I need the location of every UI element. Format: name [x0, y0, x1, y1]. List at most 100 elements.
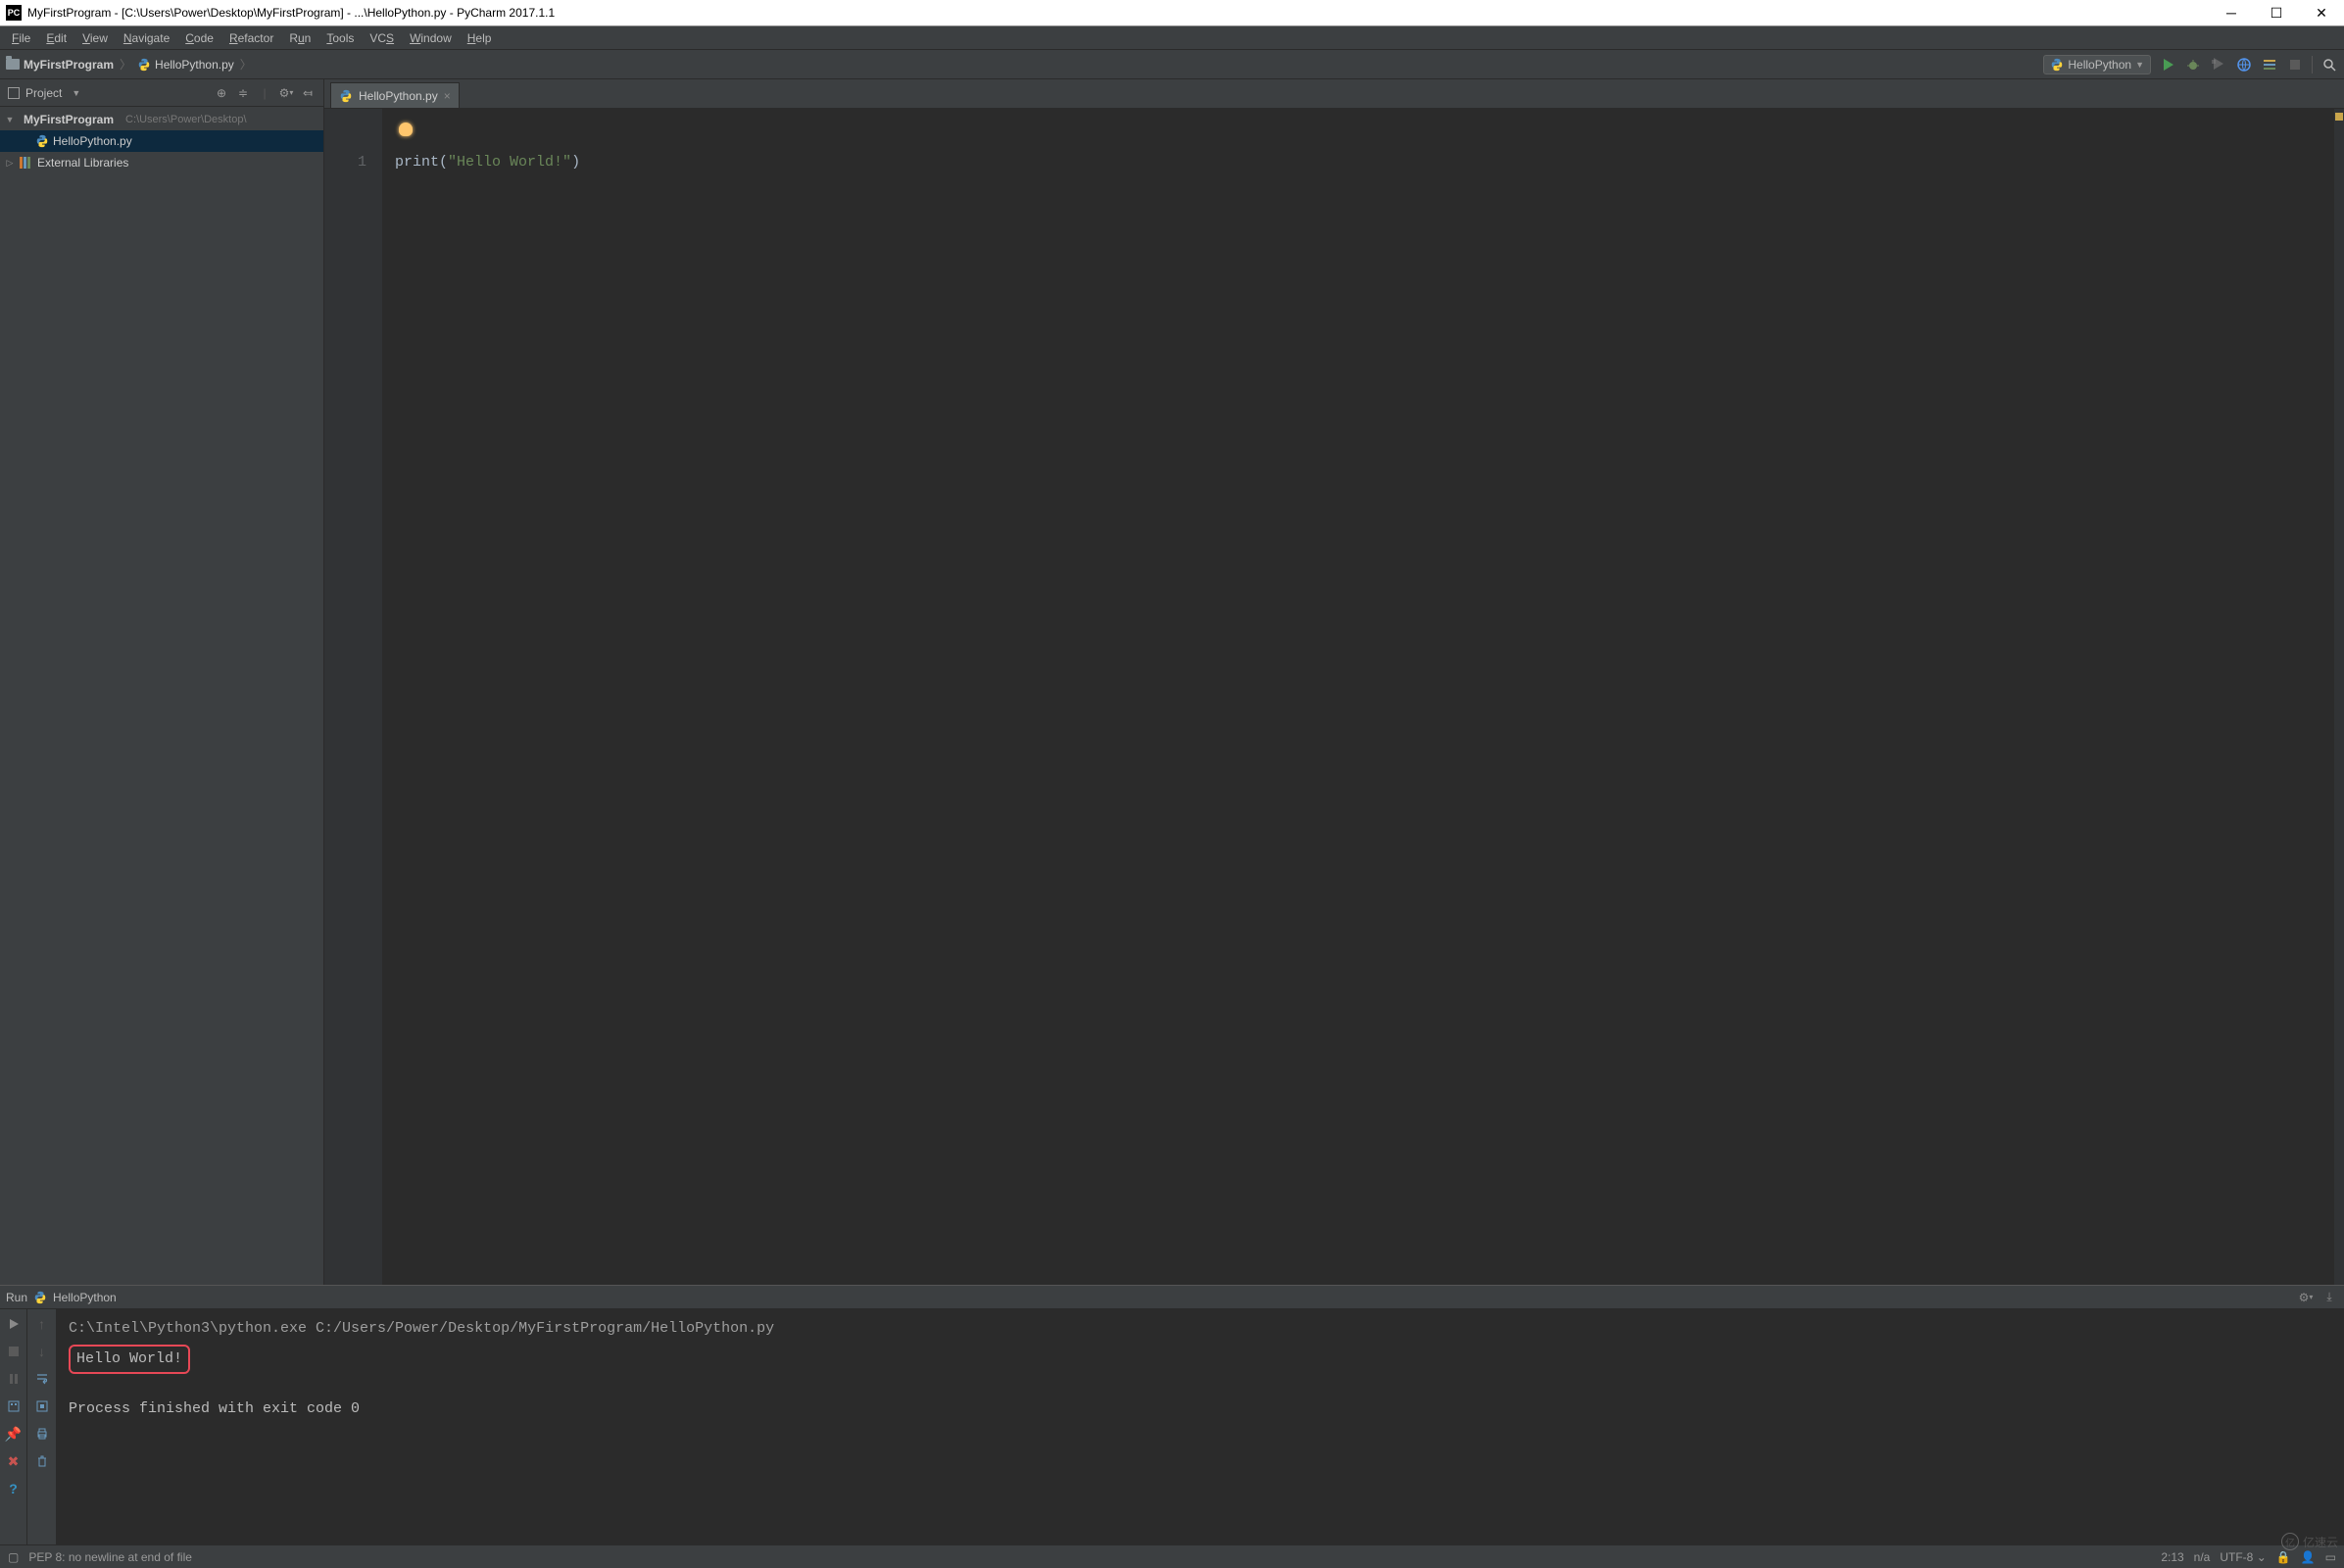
project-tree[interactable]: ▼ MyFirstProgram C:\Users\Power\Desktop\…: [0, 107, 323, 175]
lock-icon[interactable]: 🔒: [2276, 1550, 2291, 1564]
hide-icon[interactable]: ⤓: [2320, 1289, 2338, 1306]
output-result: Hello World!: [76, 1350, 182, 1367]
breadcrumb-sep: 〉: [120, 56, 131, 73]
marker-bar[interactable]: [2334, 109, 2344, 1285]
caret: [580, 154, 581, 170]
debug-button[interactable]: [2184, 56, 2202, 74]
meter-icon[interactable]: ▭: [2325, 1550, 2336, 1564]
window-titlebar: PC MyFirstProgram - [C:\Users\Power\Desk…: [0, 0, 2344, 26]
run-header-name: HelloPython: [53, 1291, 117, 1304]
hector-icon[interactable]: 👤: [2301, 1550, 2316, 1564]
project-sidebar: Project ▼ ⊕ ≑ | ⚙▾ ⤆ ▼ MyFirstProgram C:…: [0, 79, 324, 1285]
app-icon: PC: [6, 5, 22, 21]
editor: HelloPython.py × 1 print("Hello World!"): [324, 79, 2344, 1285]
tree-external-libs[interactable]: ▷ External Libraries: [0, 152, 323, 173]
minimize-button[interactable]: ─: [2209, 0, 2254, 26]
pin-button[interactable]: 📌: [5, 1425, 23, 1443]
help-button[interactable]: ?: [5, 1480, 23, 1497]
gear-icon[interactable]: ⚙▾: [278, 85, 294, 101]
up-button[interactable]: ↑: [33, 1315, 51, 1333]
project-panel-header: Project ▼ ⊕ ≑ | ⚙▾ ⤆: [0, 79, 323, 107]
hide-icon[interactable]: ⤆: [300, 85, 316, 101]
stop-button[interactable]: [5, 1343, 23, 1360]
scroll-to-end-button[interactable]: [33, 1397, 51, 1415]
menu-help[interactable]: Help: [460, 29, 500, 47]
code-fn: print: [395, 154, 439, 171]
menu-edit[interactable]: Edit: [38, 29, 74, 47]
editor-tab-label: HelloPython.py: [359, 89, 438, 103]
tree-file-name: HelloPython.py: [53, 134, 132, 148]
code-line: print("Hello World!"): [395, 152, 2322, 173]
intention-bulb-icon[interactable]: [399, 122, 413, 136]
run-output[interactable]: C:\Intel\Python3\python.exe C:/Users/Pow…: [57, 1309, 2344, 1544]
chevron-down-icon[interactable]: ▼: [72, 88, 80, 98]
python-file-icon: [137, 58, 151, 72]
output-result-highlight: Hello World!: [69, 1345, 190, 1374]
events-icon[interactable]: ▢: [8, 1550, 19, 1564]
status-encoding[interactable]: UTF-8 ⌄: [2220, 1550, 2266, 1564]
run-body: 📌 ✖ ? ↑ ↓ C:\Intel\Python3\python.exe C:…: [0, 1309, 2344, 1544]
menu-vcs[interactable]: VCS: [362, 29, 402, 47]
project-panel-title[interactable]: Project: [25, 86, 62, 100]
separator: |: [257, 85, 272, 101]
coverage-button[interactable]: [2210, 56, 2227, 74]
run-header-prefix: Run: [6, 1291, 27, 1304]
status-position[interactable]: 2:13: [2161, 1550, 2183, 1564]
editor-gutter: 1: [324, 109, 383, 1285]
run-config-selector[interactable]: HelloPython ▼: [2043, 55, 2151, 74]
gear-icon[interactable]: ⚙▾: [2297, 1289, 2315, 1306]
python-icon: [2050, 58, 2064, 72]
warning-marker[interactable]: [2335, 113, 2343, 121]
menu-run[interactable]: Run: [281, 29, 318, 47]
dump-threads-button[interactable]: [5, 1397, 23, 1415]
menu-navigate[interactable]: Navigate: [116, 29, 177, 47]
expand-arrow-icon[interactable]: ▼: [4, 115, 16, 124]
structure-button[interactable]: [2261, 56, 2278, 74]
close-button[interactable]: ✖: [5, 1452, 23, 1470]
menubar: File Edit View Navigate Code Refactor Ru…: [0, 26, 2344, 50]
tree-root-name: MyFirstProgram: [24, 113, 114, 126]
maximize-button[interactable]: ☐: [2254, 0, 2299, 26]
status-insert: n/a: [2194, 1550, 2211, 1564]
menu-tools[interactable]: Tools: [318, 29, 362, 47]
editor-tab[interactable]: HelloPython.py ×: [330, 82, 460, 108]
menu-window[interactable]: Window: [402, 29, 460, 47]
run-toolbar-second: ↑ ↓: [27, 1309, 57, 1544]
menu-view[interactable]: View: [74, 29, 116, 47]
breadcrumb-project[interactable]: MyFirstProgram: [24, 58, 114, 72]
stop-button[interactable]: [2286, 56, 2304, 74]
output-exit: Process finished with exit code 0: [69, 1397, 2332, 1421]
toolbar: MyFirstProgram 〉 HelloPython.py 〉 HelloP…: [0, 50, 2344, 79]
breadcrumb-file[interactable]: HelloPython.py: [155, 58, 234, 72]
window-title: MyFirstProgram - [C:\Users\Power\Desktop…: [27, 6, 2209, 20]
code-area[interactable]: print("Hello World!"): [383, 109, 2334, 1285]
expand-arrow-icon[interactable]: ▷: [4, 158, 16, 169]
close-tab-icon[interactable]: ×: [444, 89, 451, 103]
main-area: Project ▼ ⊕ ≑ | ⚙▾ ⤆ ▼ MyFirstProgram C:…: [0, 79, 2344, 1285]
print-button[interactable]: [33, 1425, 51, 1443]
browser-button[interactable]: [2235, 56, 2253, 74]
run-button[interactable]: [2159, 56, 2176, 74]
tree-file[interactable]: HelloPython.py: [0, 130, 323, 152]
menu-file[interactable]: File: [4, 29, 38, 47]
scroll-to-source-icon[interactable]: ⊕: [214, 85, 229, 101]
toolbar-right: HelloPython ▼: [2043, 55, 2338, 74]
rerun-button[interactable]: [5, 1315, 23, 1333]
editor-tabs: HelloPython.py ×: [324, 79, 2344, 109]
code-paren-close: ): [571, 154, 580, 171]
tree-root[interactable]: ▼ MyFirstProgram C:\Users\Power\Desktop\: [0, 109, 323, 130]
search-button[interactable]: [2320, 56, 2338, 74]
collapse-all-icon[interactable]: ≑: [235, 85, 251, 101]
menu-refactor[interactable]: Refactor: [221, 29, 281, 47]
clear-button[interactable]: [33, 1452, 51, 1470]
close-button[interactable]: ✕: [2299, 0, 2344, 26]
editor-body[interactable]: 1 print("Hello World!"): [324, 109, 2344, 1285]
run-toolbar-left: 📌 ✖ ?: [0, 1309, 27, 1544]
watermark-text: 亿速云: [2303, 1534, 2338, 1550]
down-button[interactable]: ↓: [33, 1343, 51, 1360]
menu-code[interactable]: Code: [177, 29, 221, 47]
soft-wrap-button[interactable]: [33, 1370, 51, 1388]
pause-button[interactable]: [5, 1370, 23, 1388]
breadcrumb: MyFirstProgram 〉 HelloPython.py 〉: [6, 56, 2043, 73]
window-controls: ─ ☐ ✕: [2209, 0, 2344, 26]
